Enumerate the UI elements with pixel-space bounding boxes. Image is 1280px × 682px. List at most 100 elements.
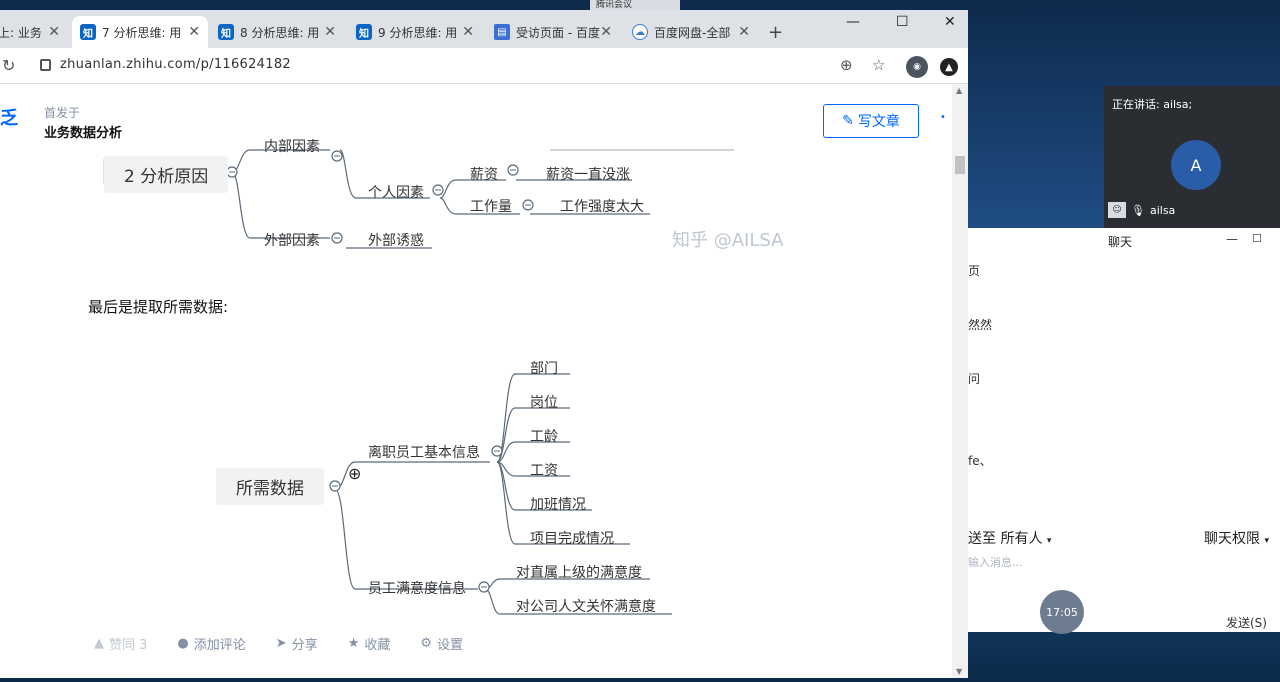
tab-label: 百度网盘-全部	[654, 25, 731, 40]
comment-label: 添加评论	[193, 638, 246, 653]
chat-permission-dropdown[interactable]: 聊天权限 ▾	[1204, 528, 1269, 548]
maximize-icon[interactable]: ☐	[1252, 232, 1262, 245]
chat-panel	[968, 228, 1280, 632]
profile-avatar[interactable]: ◉	[906, 56, 928, 78]
tab-label: 7 分析思维: 用	[102, 25, 182, 40]
zhihu-watermark: 知乎 @AILSA	[672, 230, 784, 251]
mindmap-root-required-data: 所需数据	[216, 468, 324, 505]
mindmap-node-satisfaction: 员工满意度信息	[368, 581, 466, 597]
mindmap-leaf: 岗位	[530, 395, 558, 411]
tab-strip: 上: 业务 ✕ 知 7 分析思维: 用 ✕ 知 8 分析思维: 用 ✕ 知 9 …	[0, 10, 968, 48]
vote-button[interactable]: ▲ 赞同 3	[94, 634, 147, 653]
share-icon: ➤	[275, 636, 287, 651]
zhihu-favicon-icon: 知	[80, 24, 96, 40]
close-icon[interactable]: ✕	[48, 24, 60, 40]
reload-icon[interactable]: ↻	[2, 56, 15, 75]
mindmap-node-workload-detail: 工作强度太大	[560, 199, 644, 215]
participant-name: ailsa	[1149, 203, 1176, 217]
zoom-icon[interactable]: ⊕	[840, 56, 853, 74]
gear-icon: ⚙	[420, 636, 433, 651]
vertical-scrollbar[interactable]: ▲ ▼	[952, 84, 968, 678]
mindmap-node-external-detail: 外部诱惑	[368, 233, 424, 249]
address-bar: ↻ zhuanlan.zhihu.com/p/116624182 ⊕ ☆	[0, 48, 968, 84]
scrollbar-thumb[interactable]	[955, 156, 965, 174]
participant-avatar[interactable]: A	[1171, 140, 1221, 190]
star-icon: ★	[347, 636, 360, 651]
maximize-icon[interactable]: ☐	[896, 14, 909, 30]
close-icon[interactable]: ✕	[462, 24, 474, 40]
document-favicon-icon: ▤	[494, 24, 510, 40]
close-icon[interactable]: ✕	[738, 24, 750, 40]
meeting-app-label: 腾讯会议	[590, 0, 680, 10]
article-paragraph: 最后是提取所需数据:	[88, 298, 229, 316]
chevron-down-icon: ▾	[1046, 536, 1052, 546]
settings-button[interactable]: ⚙ 设置	[420, 634, 463, 653]
time-badge: 17:05	[1040, 590, 1084, 634]
close-icon[interactable]: ✕	[600, 24, 612, 40]
chat-message: 问	[968, 372, 981, 386]
chevron-down-icon: ▾	[1264, 536, 1269, 546]
mindmap-node-workload: 工作量	[470, 199, 512, 215]
upvote-icon: ▲	[94, 636, 104, 651]
participant-info: ☺ 🎙 ailsa	[1108, 202, 1175, 218]
tab-label: 上: 业务	[0, 25, 42, 40]
url-field[interactable]: zhuanlan.zhihu.com/p/116624182	[60, 57, 291, 72]
article-action-bar: ▲ 赞同 3 ● 添加评论 ➤ 分享 ★ 收藏 ⚙ 设置	[94, 634, 493, 653]
tab-2[interactable]: 知 8 分析思维: 用 ✕	[210, 16, 344, 48]
close-icon[interactable]: ✕	[188, 24, 200, 40]
mindmap-leaf: 加班情况	[530, 497, 586, 513]
close-window-icon[interactable]: ✕	[944, 14, 956, 30]
send-to-label: 送至 所有人	[968, 531, 1043, 547]
tab-3[interactable]: 知 9 分析思维: 用 ✕	[348, 16, 482, 48]
mindmap-node-external: 外部因素	[264, 233, 320, 249]
speaking-indicator: 正在讲话: ailsa;	[1112, 98, 1193, 111]
extension-icon[interactable]: ▲	[940, 58, 958, 76]
tab-0[interactable]: 上: 业务 ✕	[0, 16, 68, 48]
mindmap-leaf: 对公司人文关怀满意度	[516, 599, 656, 615]
mindmap-root-reason: 2 分析原因	[104, 156, 229, 193]
chat-message: 然然	[968, 318, 993, 332]
tab-label: 9 分析思维: 用	[378, 25, 458, 40]
scroll-up-icon[interactable]: ▲	[956, 86, 962, 95]
tab-5[interactable]: ☁ 百度网盘-全部 ✕	[624, 16, 758, 48]
bookmark-star-icon[interactable]: ☆	[872, 56, 885, 74]
favorite-label: 收藏	[364, 638, 391, 653]
send-button[interactable]: 发送(S)	[1226, 614, 1267, 631]
mindmap-node-internal: 内部因素	[264, 139, 320, 155]
comment-icon: ●	[177, 636, 189, 651]
tab-4[interactable]: ▤ 受访页面 - 百度 ✕	[486, 16, 620, 48]
zoom-in-icon[interactable]: ⊕	[348, 464, 361, 483]
scroll-down-icon[interactable]: ▼	[956, 667, 962, 676]
mindmap-node-personal: 个人因素	[368, 185, 424, 201]
send-to-dropdown[interactable]: 送至 所有人 ▾	[968, 528, 1051, 548]
mindmap-leaf: 工龄	[530, 429, 558, 445]
share-button[interactable]: ➤ 分享	[276, 634, 318, 653]
minimize-icon[interactable]: —	[1226, 232, 1238, 246]
new-tab-icon[interactable]: +	[768, 22, 783, 43]
browser-window: 上: 业务 ✕ 知 7 分析思维: 用 ✕ 知 8 分析思维: 用 ✕ 知 9 …	[0, 10, 968, 678]
comment-button[interactable]: ● 添加评论	[177, 634, 245, 653]
mindmap-leaf: 部门	[530, 361, 558, 377]
zhihu-favicon-icon: 知	[218, 24, 234, 40]
cloud-favicon-icon: ☁	[632, 24, 648, 40]
settings-label: 设置	[437, 638, 464, 653]
user-icon: ☺	[1108, 202, 1126, 218]
chat-message: fe、	[968, 454, 992, 468]
mindmap-leaf: 对直属上级的满意度	[516, 565, 642, 581]
permission-label: 聊天权限	[1204, 531, 1260, 547]
mindmap-leaf: 项目完成情况	[530, 531, 614, 547]
mindmap-leaf: 工资	[530, 463, 558, 479]
minimize-icon[interactable]: —	[846, 14, 860, 30]
favorite-button[interactable]: ★ 收藏	[348, 634, 391, 653]
close-icon[interactable]: ✕	[324, 24, 336, 40]
tab-1[interactable]: 知 7 分析思维: 用 ✕	[72, 16, 208, 48]
tab-label: 8 分析思维: 用	[240, 25, 320, 40]
lock-icon[interactable]	[40, 59, 51, 71]
chat-input[interactable]: 输入消息...	[968, 554, 1023, 570]
mindmap-node-salary: 薪资	[470, 167, 498, 183]
chat-title: 聊天	[1108, 235, 1133, 249]
mindmap-node-salary-detail: 薪资一直没涨	[546, 167, 630, 183]
mindmap-node-basic-info: 离职员工基本信息	[368, 445, 480, 461]
vote-label: 赞同 3	[109, 638, 148, 653]
share-label: 分享	[291, 638, 318, 653]
